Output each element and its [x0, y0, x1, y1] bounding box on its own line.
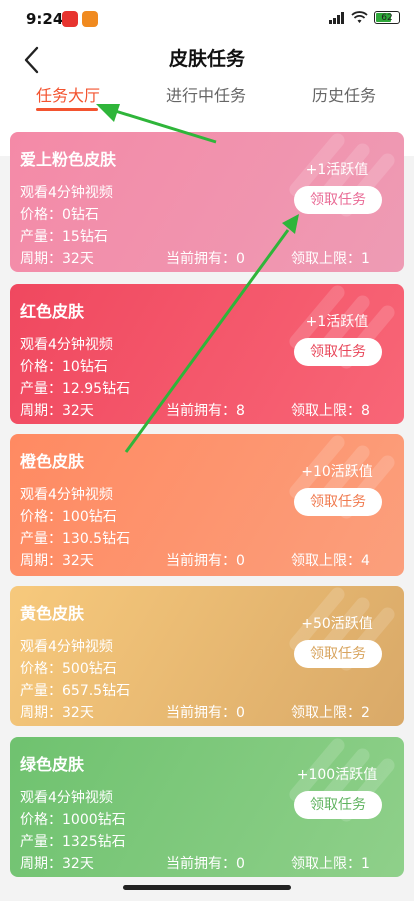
task-claim-limit: 领取上限：2 — [291, 705, 370, 721]
task-price: 价格：10钻石 — [20, 359, 108, 375]
task-description: 观看4分钟视频 — [20, 790, 113, 806]
active-value-reward: +1活跃值 — [305, 162, 369, 178]
task-card: 红色皮肤观看4分钟视频 价格：10钻石产量：12.95钻石 周期：32天 当前拥有：8… — [10, 284, 404, 424]
tab-task-hall[interactable]: 任务大厅 — [36, 82, 100, 106]
task-output: 产量：130.5钻石 — [20, 531, 131, 547]
task-owned-count: 当前拥有：0 — [166, 251, 245, 267]
task-period: 周期：32天 — [20, 856, 94, 872]
active-value-reward: +10活跃值 — [301, 464, 373, 480]
task-description: 观看4分钟视频 — [20, 487, 113, 503]
status-indicators: 62 — [329, 11, 400, 24]
task-description: 观看4分钟视频 — [20, 639, 113, 655]
task-claim-limit: 领取上限：8 — [291, 403, 370, 419]
task-period: 周期：32天 — [20, 705, 94, 721]
task-owned-count: 当前拥有：8 — [166, 403, 245, 419]
claim-task-button[interactable]: 领取任务 — [294, 791, 382, 819]
task-owned-count: 当前拥有：0 — [166, 705, 245, 721]
wifi-icon — [351, 11, 368, 23]
active-tab-indicator — [36, 108, 98, 111]
active-value-reward: +50活跃值 — [301, 616, 373, 632]
task-period: 周期：32天 — [20, 553, 94, 569]
claim-task-button[interactable]: 领取任务 — [294, 640, 382, 668]
tab-history[interactable]: 历史任务 — [312, 82, 376, 106]
status-time: 9:24 — [26, 10, 64, 28]
active-value-reward: +100活跃值 — [296, 767, 378, 783]
task-claim-limit: 领取上限：4 — [291, 553, 370, 569]
task-card: 绿色皮肤观看4分钟视频 价格：1000钻石 产量：1325钻石 周期：32天 当前拥有：… — [10, 737, 404, 877]
task-card: 橙色皮肤观看4分钟视频 价格：100钻石 产量：130.5钻石 周期：32天 当前拥有：… — [10, 434, 404, 576]
battery-level: 62 — [381, 13, 393, 23]
task-price: 价格：100钻石 — [20, 509, 117, 525]
home-indicator[interactable] — [123, 885, 291, 890]
task-name: 爱上粉色皮肤 — [20, 150, 117, 169]
task-claim-limit: 领取上限：1 — [291, 251, 370, 267]
task-period: 周期：32天 — [20, 251, 94, 267]
claim-task-button[interactable]: 领取任务 — [294, 488, 382, 516]
task-output: 产量：12.95钻石 — [20, 381, 131, 397]
task-output: 产量：657.5钻石 — [20, 683, 131, 699]
task-name: 橙色皮肤 — [20, 452, 85, 471]
claim-task-button[interactable]: 领取任务 — [294, 186, 382, 214]
task-description: 观看4分钟视频 — [20, 185, 113, 201]
task-card: 爱上粉色皮肤 观看4分钟视频 价格：0钻石 产量：15钻石 周期：32天 当前拥有：0 领取… — [10, 132, 404, 272]
task-price: 价格：1000钻石 — [20, 812, 126, 828]
page-title: 皮肤任务 — [168, 48, 245, 70]
app-notification-icon — [62, 11, 78, 27]
signal-icon — [329, 11, 344, 24]
app-notification-icon — [82, 11, 98, 27]
tab-in-progress[interactable]: 进行中任务 — [166, 82, 246, 106]
task-owned-count: 当前拥有：0 — [166, 856, 245, 872]
task-description: 观看4分钟视频 — [20, 337, 113, 353]
task-name: 红色皮肤 — [20, 302, 85, 321]
task-period: 周期：32天 — [20, 403, 94, 419]
battery-icon: 62 — [374, 11, 400, 24]
task-price: 价格：500钻石 — [20, 661, 117, 677]
task-name: 绿色皮肤 — [20, 755, 85, 774]
task-card: 黄色皮肤观看4分钟视频 价格：500钻石 产量：657.5钻石 周期：32天 当前拥有：… — [10, 586, 404, 726]
active-value-reward: +1活跃值 — [305, 314, 369, 330]
task-output: 产量：15钻石 — [20, 229, 108, 245]
task-name: 黄色皮肤 — [20, 604, 85, 623]
claim-task-button[interactable]: 领取任务 — [294, 338, 382, 366]
task-price: 价格：0钻石 — [20, 207, 99, 223]
tab-bar: 任务大厅 进行中任务 历史任务 — [0, 82, 414, 120]
task-claim-limit: 领取上限：1 — [291, 856, 370, 872]
task-owned-count: 当前拥有：0 — [166, 553, 245, 569]
status-bar: 9:24 62 — [0, 0, 414, 38]
task-output: 产量：1325钻石 — [20, 834, 126, 850]
